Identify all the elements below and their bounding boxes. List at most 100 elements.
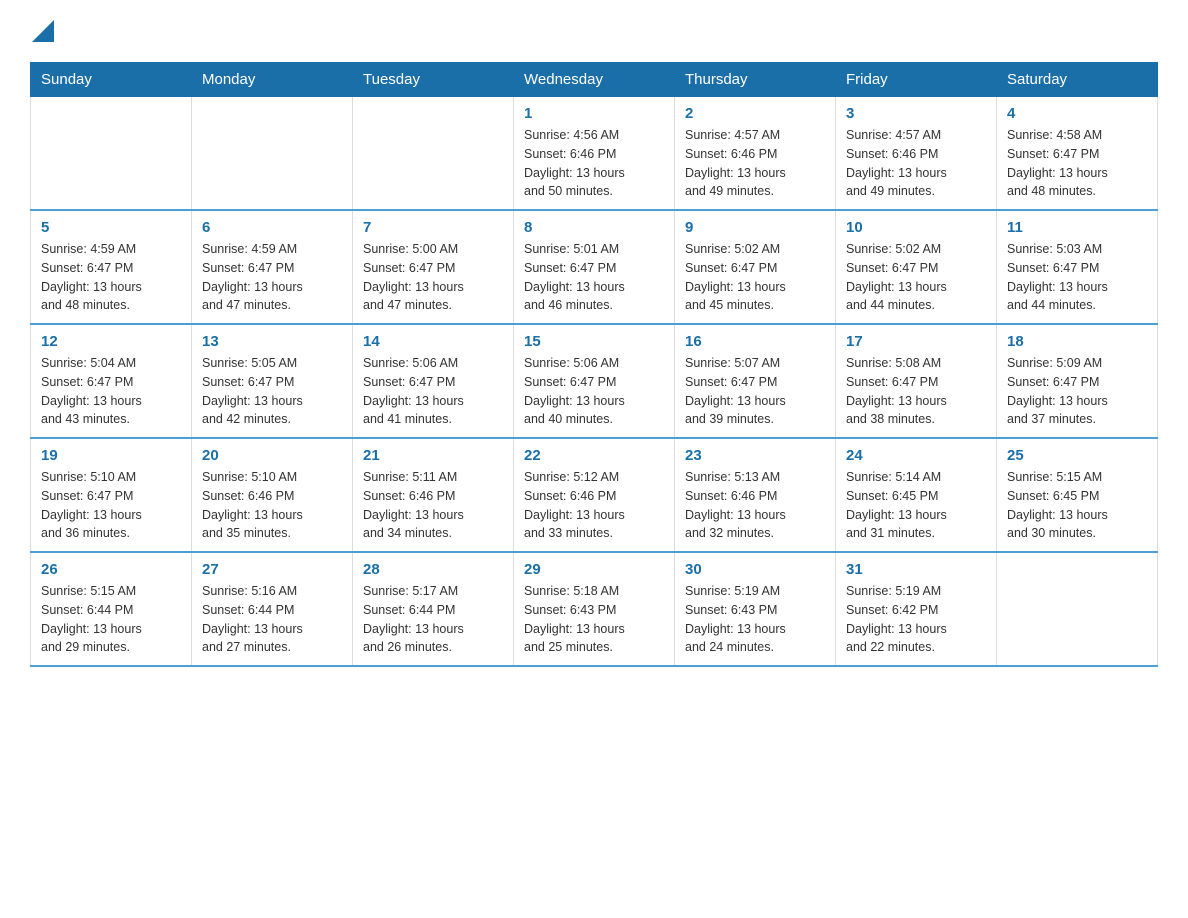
calendar-cell: 2Sunrise: 4:57 AM Sunset: 6:46 PM Daylig…	[675, 97, 836, 211]
day-info: Sunrise: 5:17 AM Sunset: 6:44 PM Dayligh…	[363, 582, 503, 657]
day-number: 24	[846, 447, 986, 464]
day-info: Sunrise: 4:57 AM Sunset: 6:46 PM Dayligh…	[685, 126, 825, 201]
calendar-cell: 14 Sunrise: 5:06 AM Sunset: 6:47 PM Dayli…	[353, 324, 514, 438]
day-info: Sunrise: 4:56 AM Sunset: 6:46 PM Dayligh…	[524, 126, 664, 201]
calendar-cell: 26 Sunrise: 5:15 AM Sunset: 6:44 PM Dayli…	[31, 552, 192, 666]
day-number: 14	[363, 333, 503, 350]
day-info: Sunrise: 5:05 AM Sunset: 6:47 PM Dayligh…	[202, 354, 342, 429]
day-info: Sunrise: 5:06 AM Sunset: 6:47 PM Dayligh…	[363, 354, 503, 429]
day-info: Sunrise: 5:15 AM Sunset: 6:44 PM Dayligh…	[41, 582, 181, 657]
header-saturday: Saturday	[997, 63, 1158, 97]
day-number: 16	[685, 333, 825, 350]
calendar-cell: 27 Sunrise: 5:16 AM Sunset: 6:44 PM Dayli…	[192, 552, 353, 666]
calendar-table: SundayMondayTuesdayWednesdayThursdayFrid…	[30, 62, 1158, 667]
day-number: 5	[41, 219, 181, 236]
calendar-cell: 19 Sunrise: 5:10 AM Sunset: 6:47 PM Dayli…	[31, 438, 192, 552]
calendar-week-row: 1Sunrise: 4:56 AM Sunset: 6:46 PM Daylig…	[31, 97, 1158, 211]
calendar-cell: 24 Sunrise: 5:14 AM Sunset: 6:45 PM Dayli…	[836, 438, 997, 552]
calendar-week-row: 5 Sunrise: 4:59 AM Sunset: 6:47 PM Daylig…	[31, 210, 1158, 324]
day-number: 15	[524, 333, 664, 350]
calendar-cell: 3 Sunrise: 4:57 AM Sunset: 6:46 PM Daylig…	[836, 97, 997, 211]
calendar-cell: 31Sunrise: 5:19 AM Sunset: 6:42 PM Dayli…	[836, 552, 997, 666]
day-number: 3	[846, 105, 986, 122]
calendar-cell: 22 Sunrise: 5:12 AM Sunset: 6:46 PM Dayli…	[514, 438, 675, 552]
calendar-header-row: SundayMondayTuesdayWednesdayThursdayFrid…	[31, 63, 1158, 97]
calendar-cell: 25 Sunrise: 5:15 AM Sunset: 6:45 PM Dayli…	[997, 438, 1158, 552]
header-tuesday: Tuesday	[353, 63, 514, 97]
day-info: Sunrise: 5:10 AM Sunset: 6:46 PM Dayligh…	[202, 468, 342, 543]
day-info: Sunrise: 5:15 AM Sunset: 6:45 PM Dayligh…	[1007, 468, 1147, 543]
day-number: 28	[363, 561, 503, 578]
day-number: 22	[524, 447, 664, 464]
day-info: Sunrise: 5:04 AM Sunset: 6:47 PM Dayligh…	[41, 354, 181, 429]
calendar-cell: 16 Sunrise: 5:07 AM Sunset: 6:47 PM Dayli…	[675, 324, 836, 438]
calendar-cell: 9 Sunrise: 5:02 AM Sunset: 6:47 PM Daylig…	[675, 210, 836, 324]
calendar-week-row: 26 Sunrise: 5:15 AM Sunset: 6:44 PM Dayli…	[31, 552, 1158, 666]
day-number: 18	[1007, 333, 1147, 350]
header-wednesday: Wednesday	[514, 63, 675, 97]
logo-icon	[32, 20, 54, 42]
header-sunday: Sunday	[31, 63, 192, 97]
day-number: 4	[1007, 105, 1147, 122]
day-info: Sunrise: 4:59 AM Sunset: 6:47 PM Dayligh…	[202, 240, 342, 315]
day-number: 21	[363, 447, 503, 464]
header-friday: Friday	[836, 63, 997, 97]
calendar-cell	[31, 97, 192, 211]
calendar-cell: 21 Sunrise: 5:11 AM Sunset: 6:46 PM Dayli…	[353, 438, 514, 552]
day-info: Sunrise: 5:18 AM Sunset: 6:43 PM Dayligh…	[524, 582, 664, 657]
day-info: Sunrise: 5:02 AM Sunset: 6:47 PM Dayligh…	[685, 240, 825, 315]
calendar-cell	[997, 552, 1158, 666]
calendar-cell: 12 Sunrise: 5:04 AM Sunset: 6:47 PM Dayli…	[31, 324, 192, 438]
day-info: Sunrise: 5:03 AM Sunset: 6:47 PM Dayligh…	[1007, 240, 1147, 315]
day-number: 26	[41, 561, 181, 578]
day-number: 25	[1007, 447, 1147, 464]
day-number: 23	[685, 447, 825, 464]
day-number: 6	[202, 219, 342, 236]
day-info: Sunrise: 4:59 AM Sunset: 6:47 PM Dayligh…	[41, 240, 181, 315]
day-info: Sunrise: 5:07 AM Sunset: 6:47 PM Dayligh…	[685, 354, 825, 429]
header-monday: Monday	[192, 63, 353, 97]
calendar-cell: 17 Sunrise: 5:08 AM Sunset: 6:47 PM Dayli…	[836, 324, 997, 438]
day-info: Sunrise: 5:14 AM Sunset: 6:45 PM Dayligh…	[846, 468, 986, 543]
day-info: Sunrise: 5:16 AM Sunset: 6:44 PM Dayligh…	[202, 582, 342, 657]
day-number: 7	[363, 219, 503, 236]
day-info: Sunrise: 5:13 AM Sunset: 6:46 PM Dayligh…	[685, 468, 825, 543]
day-info: Sunrise: 5:12 AM Sunset: 6:46 PM Dayligh…	[524, 468, 664, 543]
day-number: 8	[524, 219, 664, 236]
calendar-cell: 20 Sunrise: 5:10 AM Sunset: 6:46 PM Dayli…	[192, 438, 353, 552]
calendar-cell	[353, 97, 514, 211]
day-number: 29	[524, 561, 664, 578]
calendar-cell: 13 Sunrise: 5:05 AM Sunset: 6:47 PM Dayli…	[192, 324, 353, 438]
calendar-cell: 23 Sunrise: 5:13 AM Sunset: 6:46 PM Dayli…	[675, 438, 836, 552]
day-info: Sunrise: 5:19 AM Sunset: 6:43 PM Dayligh…	[685, 582, 825, 657]
day-number: 27	[202, 561, 342, 578]
page-header	[30, 20, 1158, 46]
calendar-cell: 8Sunrise: 5:01 AM Sunset: 6:47 PM Daylig…	[514, 210, 675, 324]
calendar-cell: 30Sunrise: 5:19 AM Sunset: 6:43 PM Dayli…	[675, 552, 836, 666]
day-number: 9	[685, 219, 825, 236]
day-info: Sunrise: 5:09 AM Sunset: 6:47 PM Dayligh…	[1007, 354, 1147, 429]
calendar-cell: 29 Sunrise: 5:18 AM Sunset: 6:43 PM Dayli…	[514, 552, 675, 666]
day-number: 20	[202, 447, 342, 464]
calendar-cell	[192, 97, 353, 211]
calendar-cell: 10Sunrise: 5:02 AM Sunset: 6:47 PM Dayli…	[836, 210, 997, 324]
day-number: 13	[202, 333, 342, 350]
calendar-cell: 18 Sunrise: 5:09 AM Sunset: 6:47 PM Dayli…	[997, 324, 1158, 438]
calendar-week-row: 19 Sunrise: 5:10 AM Sunset: 6:47 PM Dayli…	[31, 438, 1158, 552]
calendar-cell: 5 Sunrise: 4:59 AM Sunset: 6:47 PM Daylig…	[31, 210, 192, 324]
calendar-cell: 11Sunrise: 5:03 AM Sunset: 6:47 PM Dayli…	[997, 210, 1158, 324]
day-info: Sunrise: 5:08 AM Sunset: 6:47 PM Dayligh…	[846, 354, 986, 429]
day-number: 19	[41, 447, 181, 464]
calendar-cell: 15Sunrise: 5:06 AM Sunset: 6:47 PM Dayli…	[514, 324, 675, 438]
day-number: 12	[41, 333, 181, 350]
day-info: Sunrise: 5:11 AM Sunset: 6:46 PM Dayligh…	[363, 468, 503, 543]
day-number: 17	[846, 333, 986, 350]
calendar-cell: 6 Sunrise: 4:59 AM Sunset: 6:47 PM Daylig…	[192, 210, 353, 324]
calendar-cell: 28 Sunrise: 5:17 AM Sunset: 6:44 PM Dayli…	[353, 552, 514, 666]
day-info: Sunrise: 5:10 AM Sunset: 6:47 PM Dayligh…	[41, 468, 181, 543]
day-number: 10	[846, 219, 986, 236]
day-info: Sunrise: 4:57 AM Sunset: 6:46 PM Dayligh…	[846, 126, 986, 201]
day-number: 31	[846, 561, 986, 578]
logo	[30, 20, 54, 46]
calendar-cell: 1Sunrise: 4:56 AM Sunset: 6:46 PM Daylig…	[514, 97, 675, 211]
